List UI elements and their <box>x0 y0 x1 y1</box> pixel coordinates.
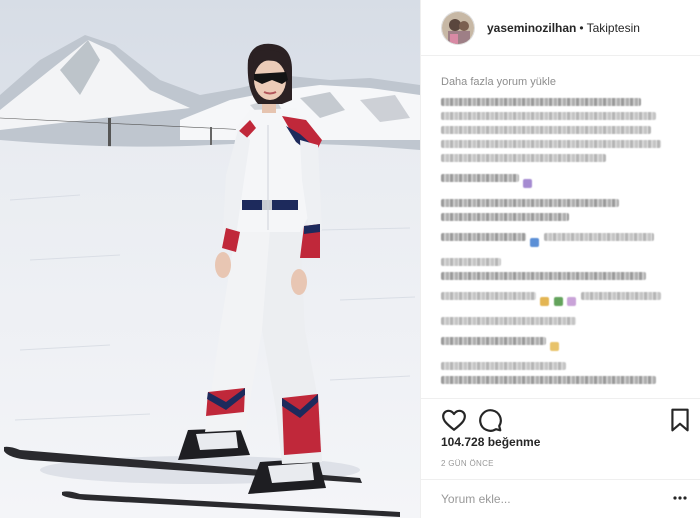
emoji-icon <box>530 238 540 248</box>
skier-photo-illustration <box>0 0 420 518</box>
emoji-icon <box>523 179 533 189</box>
heart-icon[interactable] <box>441 407 467 433</box>
avatar[interactable] <box>441 10 475 45</box>
emoji-icon <box>553 297 563 307</box>
comment-item <box>441 168 683 193</box>
blurred-comment-line <box>543 233 654 241</box>
post-sidebar: yaseminozilhan • Takiptesin Daha fazla yor… <box>420 0 700 518</box>
comment-item <box>441 213 683 221</box>
comment-item <box>441 227 683 266</box>
speech-bubble-icon[interactable] <box>477 407 503 433</box>
comment-item <box>441 331 683 370</box>
blurred-comment-line <box>441 98 641 106</box>
blurred-comment-line <box>580 292 661 300</box>
comment-item <box>441 199 683 207</box>
blurred-comment-line <box>441 112 656 120</box>
blurred-comment-line <box>441 292 536 300</box>
post-actions: 104.728 beğenme 2 GÜN ÖNCE <box>421 398 700 479</box>
blurred-comment-line <box>441 213 569 221</box>
blurred-comment-line <box>441 258 501 266</box>
blurred-comment-line <box>441 317 576 325</box>
post-photo[interactable] <box>0 0 420 518</box>
username-link[interactable]: yaseminozilhan <box>487 21 576 35</box>
comment-input[interactable] <box>441 492 661 506</box>
post-timestamp[interactable]: 2 GÜN ÖNCE <box>441 459 494 468</box>
bookmark-icon[interactable] <box>667 407 693 433</box>
load-more-comments-link[interactable]: Daha fazla yorum yükle <box>441 76 683 88</box>
comment-item <box>441 98 683 162</box>
blurred-comment-line <box>441 126 651 134</box>
emoji-icon <box>540 297 550 307</box>
emoji-icon <box>567 297 577 307</box>
blurred-comment-line <box>441 337 546 345</box>
blurred-comment-line <box>441 362 566 370</box>
follow-status-button[interactable]: Takiptesin <box>587 21 640 35</box>
header-text: yaseminozilhan • Takiptesin <box>487 21 640 35</box>
comment-item <box>441 376 683 384</box>
comments-list: Daha fazla yorum yükle <box>421 56 700 398</box>
post-header: yaseminozilhan • Takiptesin <box>421 0 700 56</box>
comment-item <box>441 272 683 325</box>
action-icons-row <box>441 407 691 437</box>
more-options-icon[interactable] <box>673 495 687 501</box>
blurred-comment-line <box>441 174 519 182</box>
blurred-comment-line <box>441 140 661 148</box>
blurred-comment-line <box>441 199 619 207</box>
add-comment-bar <box>421 479 700 518</box>
likes-count[interactable]: 104.728 beğenme <box>441 435 540 449</box>
header-separator: • <box>579 20 584 35</box>
avatar-image <box>442 11 474 44</box>
blurred-comment-line <box>441 233 526 241</box>
emoji-icon <box>550 342 560 352</box>
blurred-comment-line <box>441 272 646 280</box>
blurred-comment-line <box>441 154 606 162</box>
blurred-comment-line <box>441 376 656 384</box>
